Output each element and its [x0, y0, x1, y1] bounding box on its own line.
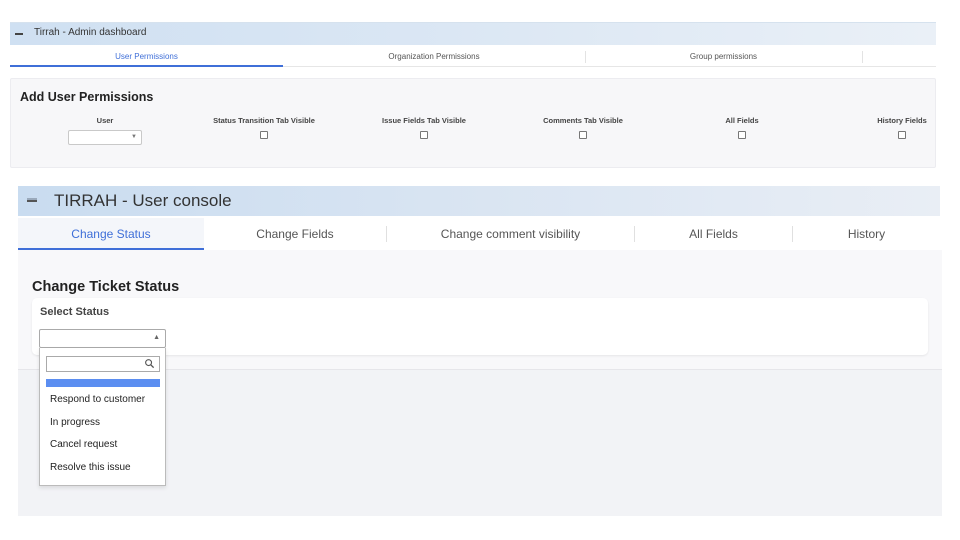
- tab-organization-permissions[interactable]: Organization Permissions: [304, 47, 564, 67]
- minus-icon: [27, 200, 37, 202]
- option-cancel-request[interactable]: Cancel request: [50, 439, 117, 450]
- column-header-user: User: [96, 116, 114, 125]
- column-header-issue-fields: Issue Fields Tab Visible: [382, 116, 466, 125]
- issue-fields-checkbox[interactable]: [420, 131, 428, 139]
- tab-history[interactable]: History: [793, 218, 940, 250]
- all-fields-checkbox[interactable]: [738, 131, 746, 139]
- add-user-permissions-title: Add User Permissions: [20, 90, 154, 104]
- status-search-input[interactable]: [49, 358, 141, 370]
- chevron-up-icon: ▲: [153, 334, 160, 341]
- comments-checkbox[interactable]: [579, 131, 587, 139]
- tab-change-status[interactable]: Change Status: [18, 218, 204, 250]
- column-header-comments: Comments Tab Visible: [543, 116, 623, 125]
- tab-change-fields[interactable]: Change Fields: [204, 218, 386, 250]
- status-dropdown: Respond to customer In progress Cancel r…: [39, 348, 166, 486]
- chevron-down-icon: ▼: [131, 134, 137, 140]
- tab-all-fields[interactable]: All Fields: [635, 218, 792, 250]
- minus-icon: [15, 33, 23, 35]
- admin-panel-header: Tirrah - Admin dashboard: [10, 22, 936, 45]
- history-fields-checkbox[interactable]: [898, 131, 906, 139]
- tab-group-permissions[interactable]: Group permissions: [596, 47, 851, 67]
- highlighted-empty-option[interactable]: [46, 379, 160, 387]
- status-search-box: [46, 356, 160, 372]
- search-icon: [145, 359, 155, 369]
- console-panel-title: TIRRAH - User console: [54, 191, 232, 210]
- status-select[interactable]: ▲: [39, 329, 166, 348]
- admin-panel-title: Tirrah - Admin dashboard: [34, 27, 147, 38]
- column-header-status-transition: Status Transition Tab Visible: [213, 116, 315, 125]
- tab-divider: [585, 51, 586, 63]
- tab-user-permissions[interactable]: User Permissions: [10, 47, 283, 67]
- admin-collapse-button[interactable]: [14, 29, 24, 39]
- console-collapse-button[interactable]: [26, 196, 38, 206]
- option-respond-to-customer[interactable]: Respond to customer: [50, 394, 145, 405]
- option-in-progress[interactable]: In progress: [50, 417, 100, 428]
- column-header-all-fields: All Fields: [725, 116, 759, 125]
- console-panel-header: TIRRAH - User console: [18, 186, 940, 216]
- select-status-label: Select Status: [40, 306, 110, 318]
- option-resolve-this-issue[interactable]: Resolve this issue: [50, 462, 131, 473]
- console-tabs: Change Status Change Fields Change comme…: [18, 218, 940, 250]
- status-card: [32, 298, 928, 355]
- tab-divider: [862, 51, 863, 63]
- user-select[interactable]: ▼: [68, 130, 142, 145]
- admin-tabs: User Permissions Organization Permission…: [10, 47, 936, 67]
- status-transition-checkbox[interactable]: [260, 131, 268, 139]
- change-ticket-status-title: Change Ticket Status: [32, 279, 180, 295]
- column-header-history-fields: History Fields: [877, 116, 927, 125]
- tab-change-comment-visibility[interactable]: Change comment visibility: [387, 218, 634, 250]
